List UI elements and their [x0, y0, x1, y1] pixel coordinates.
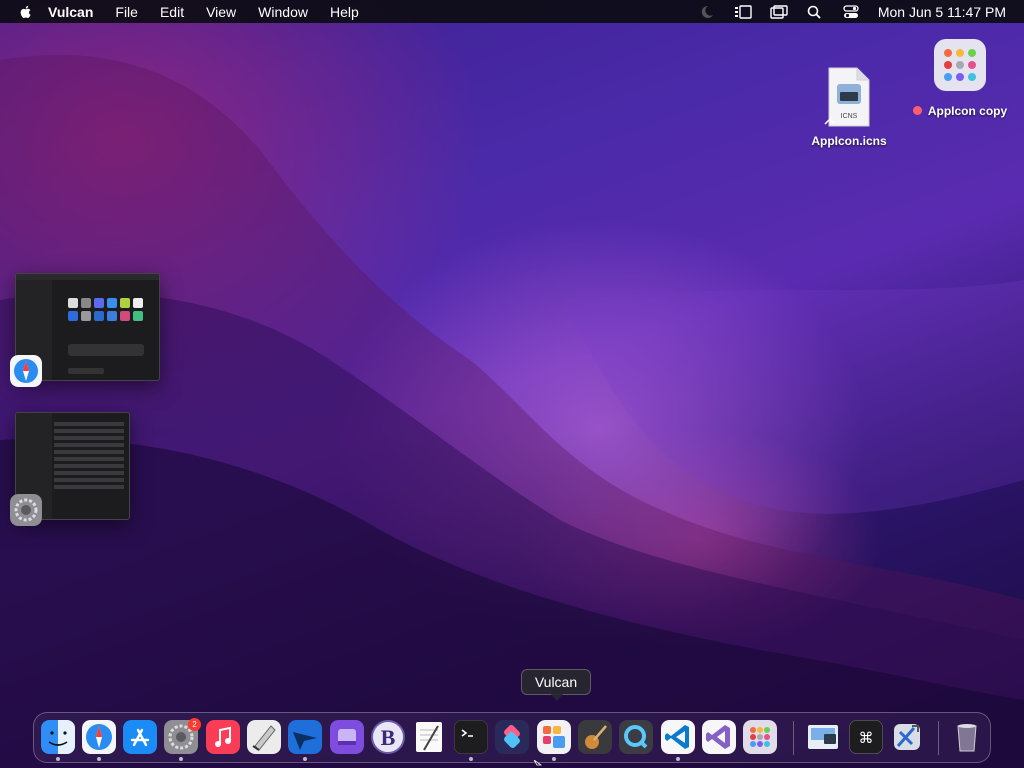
settings-badge: 2 — [188, 718, 201, 731]
screen-mirroring-icon[interactable] — [770, 4, 788, 19]
menu-file[interactable]: File — [115, 4, 138, 20]
keyboard-shortcut-icon[interactable]: ⌘ — [849, 720, 883, 754]
app-store-icon[interactable] — [123, 720, 157, 754]
desktop-file-label: AppIcon copy — [912, 104, 1007, 118]
moon-focus-icon[interactable] — [698, 5, 716, 19]
shortcuts-icon[interactable] — [495, 720, 529, 754]
running-indicator — [56, 757, 60, 761]
menu-bar: Vulcan File Edit View Window Help Mon Ju… — [0, 0, 1024, 23]
trash-icon[interactable] — [950, 720, 984, 754]
dock-separator — [938, 721, 939, 755]
vscode-icon[interactable] — [661, 720, 695, 754]
textedit-icon[interactable] — [412, 720, 446, 754]
finder-icon[interactable] — [41, 720, 75, 754]
desktop-file-appicon-icns[interactable]: ICNS AppIcon.icns — [808, 66, 890, 148]
svg-text:⌘: ⌘ — [859, 729, 874, 747]
mouse-cursor-icon — [534, 760, 542, 766]
stage-manager-icon[interactable] — [734, 4, 752, 19]
xcode-icon[interactable] — [890, 720, 924, 754]
menu-view[interactable]: View — [206, 4, 236, 20]
preview-icon[interactable] — [806, 720, 840, 754]
safari-icon[interactable] — [82, 720, 116, 754]
running-indicator — [469, 757, 473, 761]
xcode-instruments-icon[interactable] — [288, 720, 322, 754]
icns-tag: ICNS — [841, 113, 858, 120]
dock: 2 B ⌘ — [33, 712, 991, 763]
spotlight-search-icon[interactable] — [806, 5, 824, 19]
icns-document-icon: ICNS — [824, 67, 870, 127]
script-editor-icon[interactable] — [247, 720, 281, 754]
quicktime-icon[interactable] — [619, 720, 653, 754]
svg-text:B: B — [381, 725, 396, 750]
running-indicator — [179, 757, 183, 761]
apple-logo-icon[interactable] — [18, 4, 34, 20]
disk-utility-icon[interactable] — [330, 720, 364, 754]
running-indicator — [303, 757, 307, 761]
appicon-grid-icon — [934, 39, 986, 91]
running-indicator — [676, 757, 680, 761]
running-indicator — [97, 757, 101, 761]
menu-edit[interactable]: Edit — [160, 4, 184, 20]
running-indicator — [552, 757, 556, 761]
menu-clock[interactable]: Mon Jun 5 11:47 PM — [878, 4, 1006, 20]
menu-help[interactable]: Help — [330, 4, 359, 20]
terminal-icon[interactable] — [454, 720, 488, 754]
safari-app-icon[interactable] — [10, 355, 42, 387]
system-settings-app-icon[interactable] — [10, 494, 42, 526]
red-tag-icon — [912, 106, 922, 115]
garageband-icon[interactable] — [578, 720, 612, 754]
music-icon[interactable] — [206, 720, 240, 754]
launchpad-icon[interactable] — [743, 720, 777, 754]
desktop-file-label: AppIcon.icns — [811, 134, 887, 148]
vulcan-icon[interactable] — [537, 720, 571, 754]
dock-separator — [793, 721, 794, 755]
menu-app-name[interactable]: Vulcan — [48, 4, 93, 20]
menu-window[interactable]: Window — [258, 4, 308, 20]
bbedit-icon[interactable]: B — [371, 720, 405, 754]
desktop-file-appicon-copy[interactable]: AppIcon copy — [906, 38, 1014, 118]
control-center-icon[interactable] — [842, 4, 860, 19]
visual-studio-icon[interactable] — [702, 720, 736, 754]
dock-tooltip: Vulcan — [521, 669, 591, 701]
